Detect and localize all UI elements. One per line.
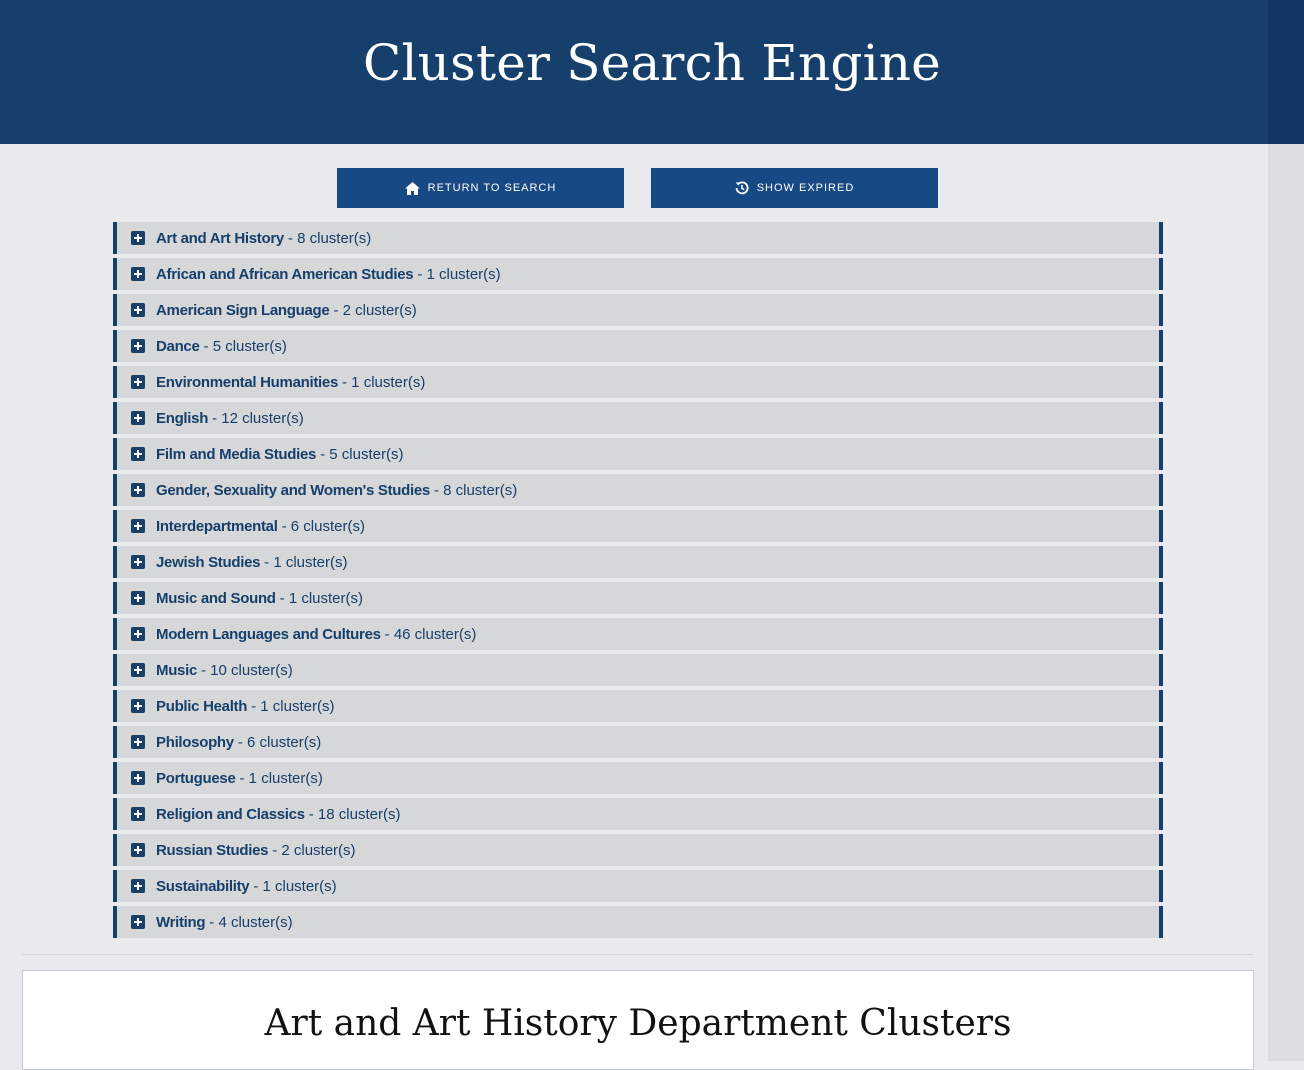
department-row[interactable]: Dance - 5 cluster(s) <box>113 330 1163 362</box>
department-row[interactable]: African and African American Studies - 1 … <box>113 258 1163 290</box>
department-name[interactable]: African and African American Studies <box>156 266 414 283</box>
cluster-count: - 5 cluster(s) <box>320 445 404 463</box>
scrollbar-track[interactable] <box>1268 144 1304 1061</box>
plus-square-icon[interactable] <box>131 411 145 425</box>
cluster-count: - 1 cluster(s) <box>264 553 348 571</box>
cluster-count: - 10 cluster(s) <box>201 661 293 679</box>
department-name[interactable]: Music and Sound <box>156 590 276 607</box>
plus-square-icon[interactable] <box>131 519 145 533</box>
cluster-count: - 1 cluster(s) <box>239 769 323 787</box>
department-name[interactable]: Religion and Classics <box>156 806 305 823</box>
plus-square-icon[interactable] <box>131 699 145 713</box>
department-row[interactable]: Gender, Sexuality and Women's Studies - 8… <box>113 474 1163 506</box>
return-to-search-button[interactable]: Return to Search <box>337 168 624 208</box>
plus-square-icon[interactable] <box>131 375 145 389</box>
department-name[interactable]: Gender, Sexuality and Women's Studies <box>156 482 430 499</box>
department-row[interactable]: Modern Languages and Cultures - 46 cluste… <box>113 618 1163 650</box>
cluster-count: - 6 cluster(s) <box>237 733 322 751</box>
cluster-count: - 12 cluster(s) <box>212 409 304 427</box>
plus-square-icon[interactable] <box>131 339 145 353</box>
department-name[interactable]: Jewish Studies <box>156 554 260 571</box>
plus-square-icon[interactable] <box>131 735 145 749</box>
department-row[interactable]: Music - 10 cluster(s) <box>113 654 1163 686</box>
department-row[interactable]: Portuguese - 1 cluster(s) <box>113 762 1163 794</box>
page-title: Cluster Search Engine <box>363 34 941 92</box>
department-name[interactable]: Interdepartmental <box>156 518 278 535</box>
department-row[interactable]: American Sign Language - 2 cluster(s) <box>113 294 1163 326</box>
department-row[interactable]: English - 12 cluster(s) <box>113 402 1163 434</box>
department-name[interactable]: Writing <box>156 914 206 931</box>
plus-square-icon[interactable] <box>131 663 145 677</box>
cluster-count: - 18 cluster(s) <box>308 805 401 823</box>
department-row[interactable]: Music and Sound - 1 cluster(s) <box>113 582 1163 614</box>
cluster-count: - 1 cluster(s) <box>251 697 335 715</box>
return-to-search-label: Return to Search <box>427 182 557 194</box>
cluster-count: - 1 cluster(s) <box>342 373 426 391</box>
plus-square-icon[interactable] <box>131 591 145 605</box>
plus-square-icon[interactable] <box>131 879 145 893</box>
department-name[interactable]: Portuguese <box>156 770 236 787</box>
department-row[interactable]: Religion and Classics - 18 cluster(s) <box>113 798 1163 830</box>
department-row[interactable]: Jewish Studies - 1 cluster(s) <box>113 546 1163 578</box>
plus-square-icon[interactable] <box>131 231 145 245</box>
department-name[interactable]: Art and Art History <box>156 230 284 247</box>
department-row[interactable]: Art and Art History - 8 cluster(s) <box>113 222 1163 254</box>
page-header: Cluster Search Engine <box>0 0 1304 144</box>
cluster-count: - 2 cluster(s) <box>272 841 356 859</box>
show-expired-label: Show Expired <box>756 182 855 194</box>
home-icon <box>404 181 420 195</box>
department-row[interactable]: Russian Studies - 2 cluster(s) <box>113 834 1163 866</box>
department-row[interactable]: Film and Media Studies - 5 cluster(s) <box>113 438 1163 470</box>
department-list: Art and Art History - 8 cluster(s) African… <box>113 222 1163 942</box>
department-row[interactable]: Writing - 4 cluster(s) <box>113 906 1163 938</box>
cluster-count: - 4 cluster(s) <box>209 913 293 931</box>
department-name[interactable]: Dance <box>156 338 200 355</box>
cluster-count: - 6 cluster(s) <box>281 517 365 535</box>
plus-square-icon[interactable] <box>131 483 145 497</box>
department-row[interactable]: Environmental Humanities - 1 cluster(s) <box>113 366 1163 398</box>
plus-square-icon[interactable] <box>131 627 145 641</box>
plus-square-icon[interactable] <box>131 303 145 317</box>
cluster-count: - 2 cluster(s) <box>333 301 417 319</box>
clusters-panel: Art and Art History Department Clusters <box>22 970 1254 1070</box>
show-expired-button[interactable]: Show Expired <box>651 168 938 208</box>
department-row[interactable]: Interdepartmental - 6 cluster(s) <box>113 510 1163 542</box>
department-name[interactable]: American Sign Language <box>156 302 330 319</box>
cluster-count: - 8 cluster(s) <box>433 481 518 499</box>
plus-square-icon[interactable] <box>131 843 145 857</box>
department-row[interactable]: Public Health - 1 cluster(s) <box>113 690 1163 722</box>
plus-square-icon[interactable] <box>131 771 145 785</box>
plus-square-icon[interactable] <box>131 267 145 281</box>
plus-square-icon[interactable] <box>131 915 145 929</box>
department-name[interactable]: Philosophy <box>156 734 234 751</box>
department-name[interactable]: Film and Media Studies <box>156 446 316 463</box>
section-divider <box>22 954 1253 955</box>
cluster-count: - 46 cluster(s) <box>384 625 477 643</box>
cluster-count: - 1 cluster(s) <box>417 265 501 283</box>
plus-square-icon[interactable] <box>131 807 145 821</box>
cluster-count: - 1 cluster(s) <box>253 877 337 895</box>
panel-title: Art and Art History Department Clusters <box>264 1003 1012 1044</box>
plus-square-icon[interactable] <box>131 555 145 569</box>
department-name[interactable]: Russian Studies <box>156 842 269 859</box>
department-row[interactable]: Sustainability - 1 cluster(s) <box>113 870 1163 902</box>
cluster-count: - 5 cluster(s) <box>203 337 287 355</box>
department-name[interactable]: Music <box>156 662 197 679</box>
department-name[interactable]: Public Health <box>156 698 247 715</box>
plus-square-icon[interactable] <box>131 447 145 461</box>
department-name[interactable]: English <box>156 410 208 427</box>
department-name[interactable]: Sustainability <box>156 878 250 895</box>
cluster-count: - 8 cluster(s) <box>287 229 372 247</box>
department-row[interactable]: Philosophy - 6 cluster(s) <box>113 726 1163 758</box>
history-icon <box>735 181 749 195</box>
department-name[interactable]: Modern Languages and Cultures <box>156 626 381 643</box>
cluster-count: - 1 cluster(s) <box>279 589 364 607</box>
department-name[interactable]: Environmental Humanities <box>156 374 338 391</box>
